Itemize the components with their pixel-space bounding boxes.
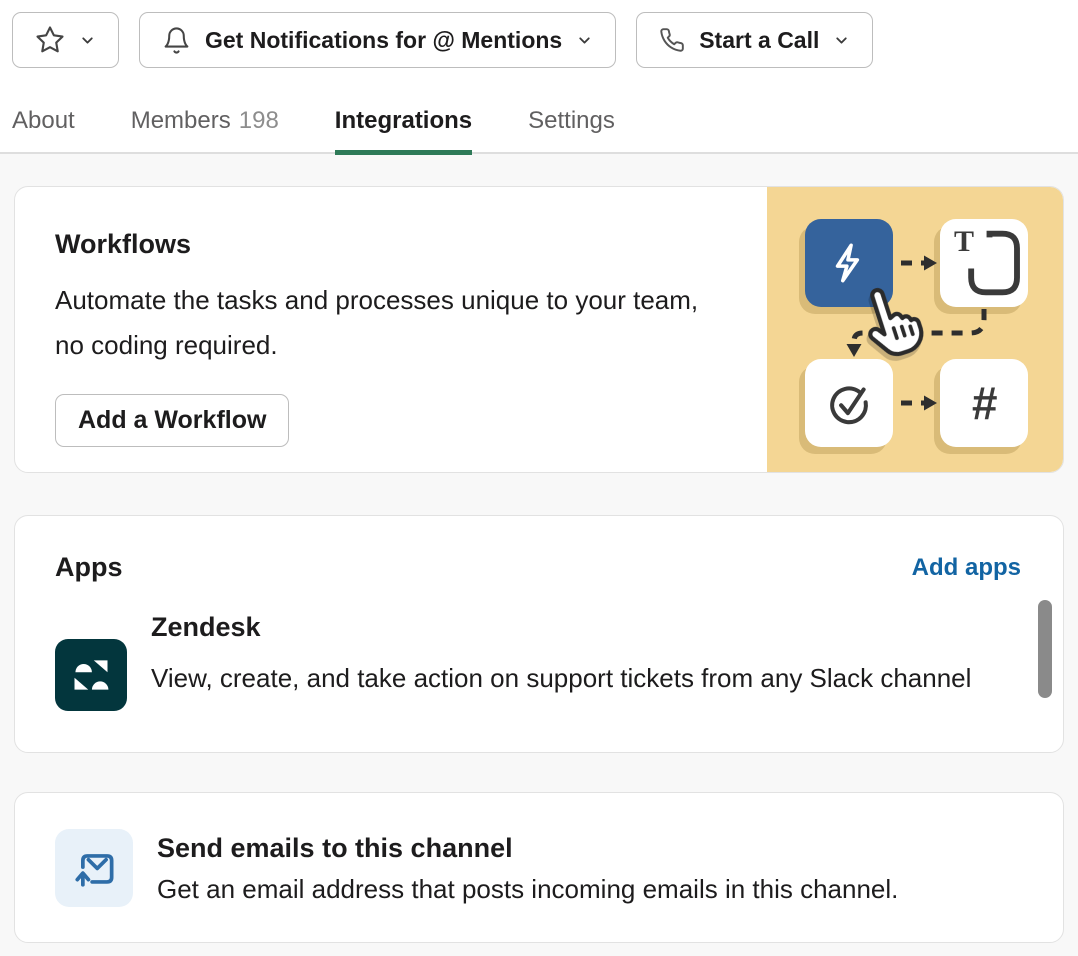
workflows-title: Workflows [55, 229, 755, 260]
workflows-description: Automate the tasks and processes unique … [55, 278, 715, 368]
zendesk-logo-icon [55, 639, 127, 711]
notification-preferences-button[interactable]: Get Notifications for @ Mentions [139, 12, 616, 68]
app-list-item-zendesk[interactable]: Zendesk View, create, and take action on… [55, 609, 1003, 711]
tab-settings-label: Settings [528, 107, 615, 134]
tab-integrations-label: Integrations [335, 107, 472, 134]
tab-about-label: About [12, 107, 75, 134]
email-forward-icon [55, 829, 133, 907]
workflow-illustration: T # [767, 187, 1063, 472]
workflows-card: Workflows Automate the tasks and process… [14, 186, 1064, 473]
chevron-down-icon [79, 32, 96, 49]
star-icon [35, 25, 65, 55]
members-count: 198 [239, 107, 279, 134]
apps-scrollbar-thumb[interactable] [1038, 600, 1052, 698]
tab-settings[interactable]: Settings [528, 107, 615, 152]
apps-card-header: Apps Add apps [15, 516, 1063, 583]
workflows-card-body: Workflows Automate the tasks and process… [15, 187, 755, 447]
send-emails-text: Send emails to this channel Get an email… [157, 830, 898, 905]
start-call-button[interactable]: Start a Call [636, 12, 873, 68]
star-channel-button[interactable] [12, 12, 119, 68]
tab-about[interactable]: About [12, 107, 75, 152]
apps-title: Apps [55, 552, 123, 583]
channel-actions-bar: Get Notifications for @ Mentions Start a… [0, 0, 1078, 80]
tab-integrations[interactable]: Integrations [335, 107, 472, 152]
app-description: View, create, and take action on support… [151, 655, 971, 701]
add-workflow-button[interactable]: Add a Workflow [55, 394, 289, 447]
phone-icon [659, 27, 685, 53]
integrations-panel: Workflows Automate the tasks and process… [0, 154, 1078, 956]
start-call-button-label: Start a Call [699, 27, 819, 54]
send-emails-description: Get an email address that posts incoming… [157, 874, 898, 905]
apps-list-viewport: Zendesk View, create, and take action on… [15, 585, 1063, 715]
tab-members[interactable]: Members 198 [131, 107, 279, 152]
tab-members-label: Members [131, 107, 231, 134]
apps-card: Apps Add apps Zendesk View, create, and … [14, 515, 1064, 753]
channel-details-tabs: About Members 198 Integrations Settings [0, 80, 1078, 154]
chevron-down-icon [833, 32, 850, 49]
bell-icon [162, 26, 191, 55]
app-name: Zendesk [151, 609, 971, 645]
chevron-down-icon [576, 32, 593, 49]
add-apps-link[interactable]: Add apps [912, 554, 1021, 582]
send-emails-card[interactable]: Send emails to this channel Get an email… [14, 792, 1064, 943]
send-emails-title: Send emails to this channel [157, 830, 898, 866]
notification-button-label: Get Notifications for @ Mentions [205, 27, 562, 54]
app-item-text: Zendesk View, create, and take action on… [151, 609, 971, 711]
